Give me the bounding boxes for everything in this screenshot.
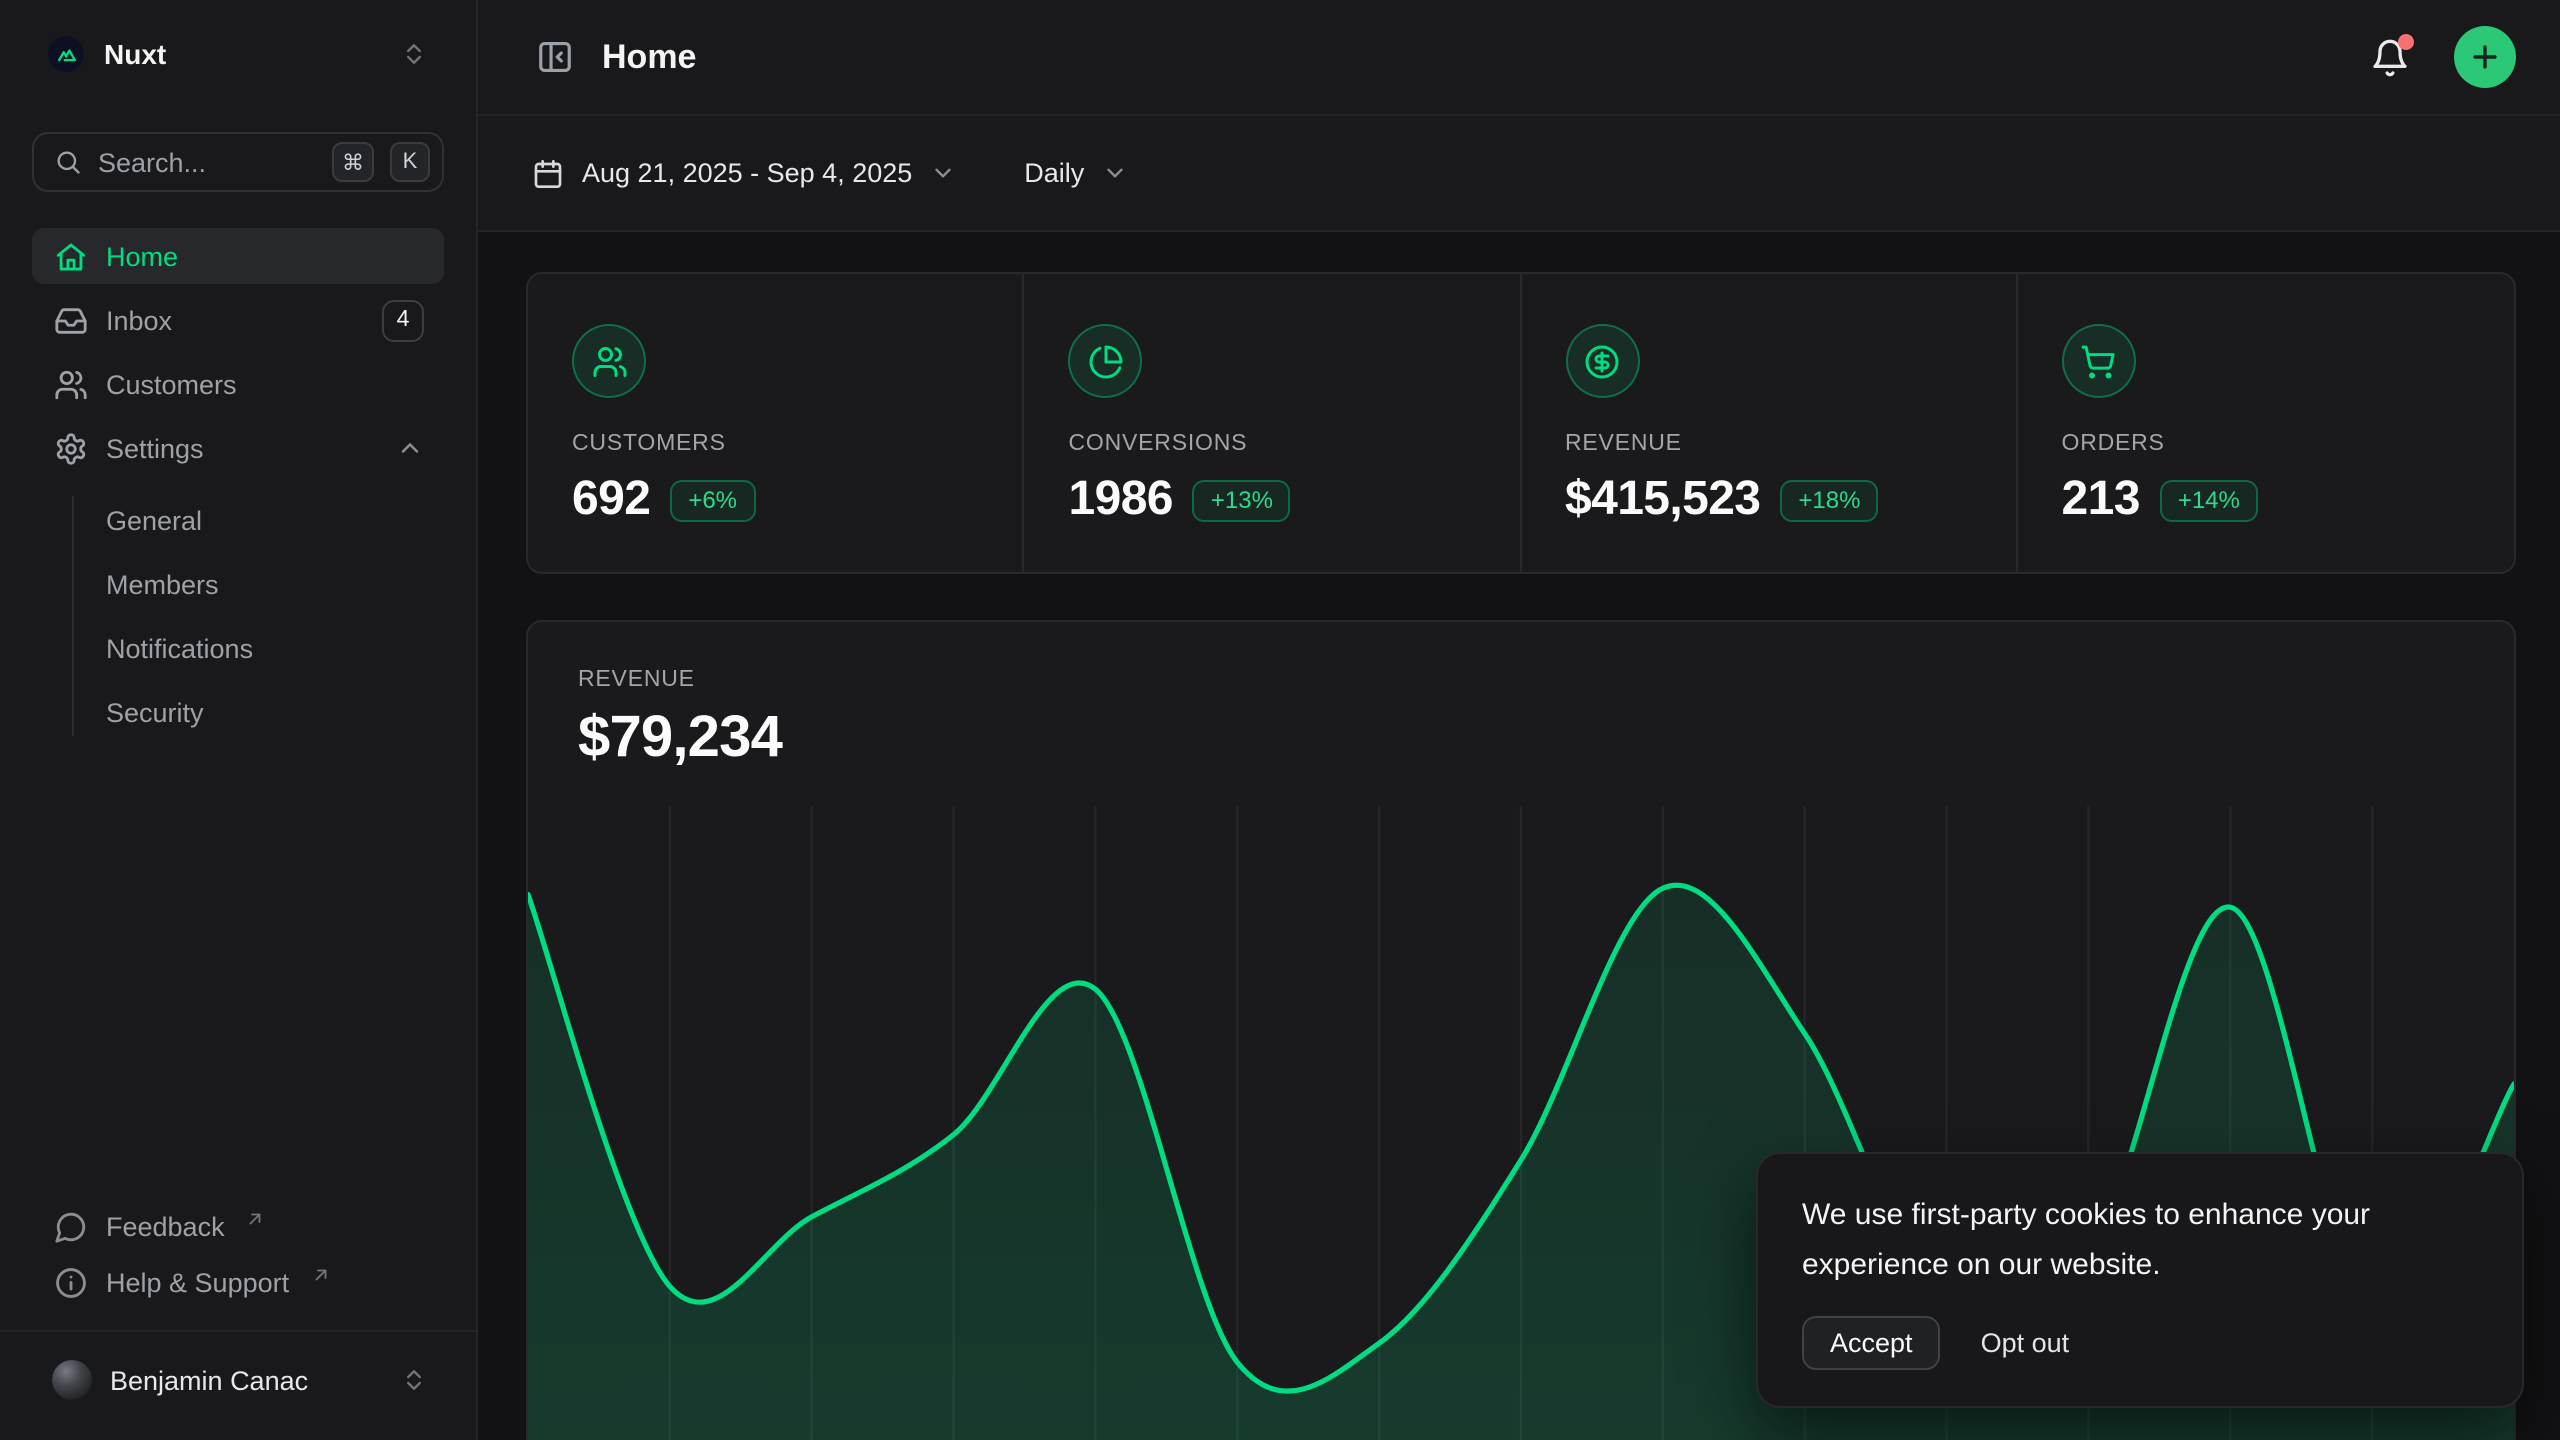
- cookie-banner: We use first-party cookies to enhance yo…: [1756, 1153, 2524, 1408]
- page-title: Home: [602, 37, 2346, 77]
- settings-subnav: General Members Notifications Security: [32, 492, 444, 740]
- search-icon: [54, 148, 82, 176]
- team-name: Nuxt: [104, 38, 380, 70]
- stat-delta-badge: +14%: [2160, 479, 2258, 521]
- stat-delta-badge: +13%: [1193, 479, 1291, 521]
- gear-icon: [54, 431, 88, 465]
- filter-bar: Aug 21, 2025 - Sep 4, 2025 Daily: [478, 116, 2560, 232]
- stat-card-orders: ORDERS 213 +14%: [2018, 274, 2515, 572]
- team-switcher[interactable]: Nuxt: [32, 28, 444, 80]
- top-header: Home: [478, 0, 2560, 116]
- inbox-icon: [54, 303, 88, 337]
- footer-link-label: Feedback: [106, 1211, 225, 1241]
- external-link-icon: [311, 1266, 329, 1284]
- stat-label: REVENUE: [1565, 432, 2016, 456]
- cookie-actions: Accept Opt out: [1802, 1316, 2478, 1370]
- external-link-icon: [247, 1210, 265, 1228]
- info-circle-icon: [54, 1265, 88, 1299]
- notification-dot: [2398, 33, 2414, 49]
- sidebar-item-label: Customers: [106, 369, 424, 399]
- user-menu[interactable]: Benjamin Canac: [32, 1348, 444, 1412]
- sidebar-item-label: Inbox: [106, 305, 364, 335]
- stat-card-customers: CUSTOMERS 692 +6%: [528, 274, 1025, 572]
- chevron-down-icon: [930, 160, 956, 186]
- add-button[interactable]: [2454, 26, 2516, 88]
- sub-item-label: Security: [106, 697, 204, 727]
- sidebar-item-help-support[interactable]: Help & Support: [32, 1254, 444, 1310]
- sub-item-label: Members: [106, 569, 219, 599]
- chat-bubble-icon: [54, 1209, 88, 1243]
- sidebar-divider: [0, 1330, 476, 1332]
- sidebar-item-notifications[interactable]: Notifications: [32, 620, 444, 676]
- plus-icon: [2468, 40, 2502, 74]
- sidebar: Nuxt Search... ⌘ K: [0, 0, 478, 1440]
- kbd-command: ⌘: [332, 142, 374, 182]
- stat-value: 692: [572, 472, 650, 528]
- kbd-k: K: [390, 142, 430, 182]
- sidebar-item-members[interactable]: Members: [32, 556, 444, 612]
- stat-value: 213: [2062, 472, 2140, 528]
- stat-value: $415,523: [1565, 472, 1760, 528]
- chart-title: REVENUE: [578, 668, 2514, 692]
- sidebar-item-feedback[interactable]: Feedback: [32, 1198, 444, 1254]
- calendar-icon: [532, 157, 564, 189]
- stat-card-conversions: CONVERSIONS 1986 +13%: [1025, 274, 1522, 572]
- sidebar-item-general[interactable]: General: [32, 492, 444, 548]
- stats-panel: CUSTOMERS 692 +6% CONVERSIONS 1986: [526, 272, 2516, 574]
- stat-label: CUSTOMERS: [572, 432, 1023, 456]
- sidebar-item-customers[interactable]: Customers: [32, 356, 444, 412]
- sidebar-item-label: Home: [106, 241, 424, 271]
- stat-value: 1986: [1069, 472, 1173, 528]
- sidebar-item-settings[interactable]: Settings: [32, 420, 444, 476]
- dashboard-app: Nuxt Search... ⌘ K: [0, 0, 2560, 1440]
- footer-link-label: Help & Support: [106, 1267, 289, 1297]
- sidebar-item-home[interactable]: Home: [32, 228, 444, 284]
- chevron-up-icon: [396, 434, 424, 462]
- date-range-picker[interactable]: Aug 21, 2025 - Sep 4, 2025: [532, 157, 956, 189]
- stat-label: ORDERS: [2062, 432, 2515, 456]
- stat-delta-badge: +18%: [1780, 479, 1878, 521]
- sidebar-item-inbox[interactable]: Inbox 4: [32, 292, 444, 348]
- notifications-button[interactable]: [2370, 37, 2410, 77]
- sub-item-label: Notifications: [106, 633, 253, 663]
- pie-chart-icon: [1069, 324, 1143, 398]
- user-avatar: [52, 1360, 92, 1400]
- cookie-message: We use first-party cookies to enhance yo…: [1802, 1193, 2478, 1290]
- sidebar-item-label: Settings: [106, 433, 378, 463]
- sidebar-item-security[interactable]: Security: [32, 684, 444, 740]
- chart-total-value: $79,234: [578, 706, 2514, 772]
- nuxt-logo-icon: [48, 36, 84, 72]
- period-select[interactable]: Daily: [1024, 158, 1128, 188]
- opt-out-button[interactable]: Opt out: [1977, 1318, 2074, 1368]
- period-label: Daily: [1024, 158, 1084, 188]
- shopping-cart-icon: [2062, 324, 2136, 398]
- collapse-sidebar-button[interactable]: [532, 34, 578, 80]
- inbox-badge: 4: [382, 299, 424, 341]
- home-icon: [54, 239, 88, 273]
- chart-header: REVENUE $79,234: [528, 622, 2514, 772]
- users-icon: [54, 367, 88, 401]
- main-area: Home: [478, 0, 2560, 1440]
- chevrons-up-down-icon: [400, 1366, 428, 1394]
- accept-button[interactable]: Accept: [1802, 1316, 1941, 1370]
- user-name: Benjamin Canac: [110, 1365, 382, 1395]
- chevrons-up-down-icon: [400, 40, 428, 68]
- date-range-label: Aug 21, 2025 - Sep 4, 2025: [582, 158, 912, 188]
- stat-delta-badge: +6%: [670, 479, 755, 521]
- sub-item-label: General: [106, 505, 202, 535]
- stat-label: CONVERSIONS: [1069, 432, 1520, 456]
- circle-dollar-icon: [1565, 324, 1639, 398]
- sidebar-nav: Home Inbox 4 C: [32, 228, 444, 740]
- search-input[interactable]: Search... ⌘ K: [32, 132, 444, 192]
- sidebar-spacer: [32, 740, 444, 1198]
- panel-left-close-icon: [536, 38, 574, 76]
- users-icon: [572, 324, 646, 398]
- search-placeholder: Search...: [98, 147, 316, 177]
- stat-card-revenue: REVENUE $415,523 +18%: [1521, 274, 2018, 572]
- chevron-down-icon: [1102, 160, 1128, 186]
